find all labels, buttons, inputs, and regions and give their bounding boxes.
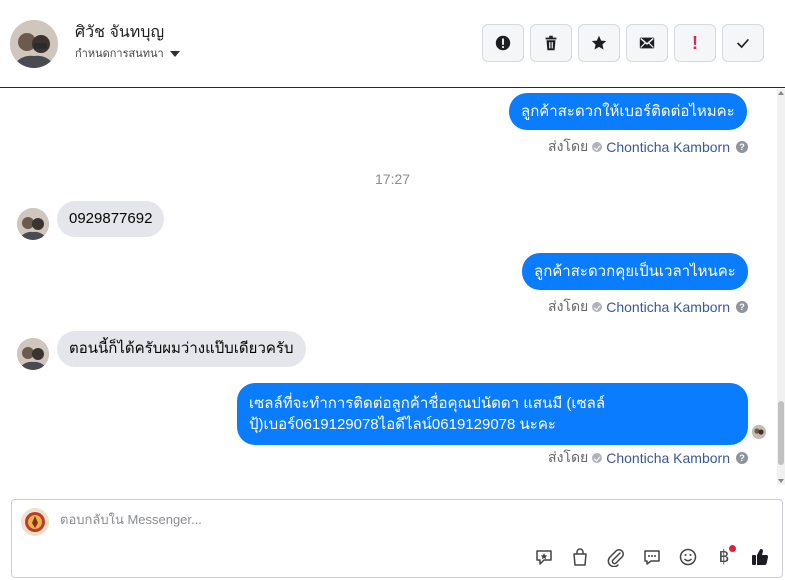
star-button[interactable] (578, 24, 620, 62)
scrollbar-thumb[interactable] (778, 401, 784, 465)
timestamp: 17:27 (375, 171, 411, 187)
page-avatar (21, 508, 49, 536)
sent-by-label: ส่งโดย (548, 298, 589, 314)
sent-by-line: ส่งโดย Chonticha Kamborn ? (548, 136, 748, 158)
scroll-up-arrow-icon[interactable] (778, 91, 784, 95)
assign-conversation-dropdown[interactable]: กำหนดการสนทนา (75, 44, 180, 62)
message-text: ตอนนี้ก็ได้ครับผมว่างแป๊บเดียวครับ (69, 340, 294, 357)
outgoing-message[interactable]: ลูกค้าสะดวกให้เบอร์ติดต่อไหมคะ (509, 93, 747, 130)
verified-check-icon (592, 302, 603, 312)
contact-avatar-small[interactable] (17, 338, 49, 370)
exclamation-icon: ! (692, 33, 698, 53)
saved-reply-button[interactable] (532, 545, 556, 569)
check-icon (737, 38, 750, 49)
incoming-message[interactable]: ตอนนี้ก็ได้ครับผมว่างแป๊บเดียวครับ (57, 331, 306, 367)
shop-bag-icon (573, 548, 587, 566)
alert-circle-icon (495, 35, 511, 51)
outgoing-message[interactable]: เซลล์ที่จะทำการติดต่อลูกค้าชื่อคุณปนัดดา… (237, 383, 748, 445)
assign-label: กำหนดการสนทนา (75, 48, 164, 60)
baht-payment-icon: ฿ (718, 547, 730, 566)
incoming-message[interactable]: 0929877692 (57, 201, 165, 237)
help-icon[interactable]: ? (736, 452, 748, 464)
follow-up-button[interactable]: ! (674, 24, 716, 62)
notification-dot (729, 545, 736, 552)
outgoing-message[interactable]: ลูกค้าสะดวกคุยเป็นเวลาไหนคะ (522, 253, 748, 290)
message-thread[interactable]: ลูกค้าสะดวกให้เบอร์ติดต่อไหมคะ ส่งโดย Ch… (0, 89, 785, 485)
author-name[interactable]: Chonticha Kamborn (606, 139, 730, 155)
author-name[interactable]: Chonticha Kamborn (606, 299, 730, 315)
contact-name[interactable]: ศิวัช จันทบุญ (75, 20, 164, 45)
author-name[interactable]: Chonticha Kamborn (606, 450, 730, 466)
chat-bubble-icon (644, 550, 660, 565)
caret-down-icon (169, 50, 180, 57)
message-template-button[interactable] (640, 545, 664, 569)
message-text: เซลล์ที่จะทำการติดต่อลูกค้าชื่อคุณปนัดดา… (249, 395, 606, 433)
emoji-icon (679, 548, 697, 566)
attachment-icon (607, 549, 624, 567)
sent-by-line: ส่งโดย Chonticha Kamborn ? (548, 447, 748, 469)
sent-by-line: ส่งโดย Chonticha Kamborn ? (548, 296, 748, 318)
conversation-toolbar: ! (482, 24, 764, 62)
shop-button[interactable] (568, 545, 592, 569)
payment-button[interactable]: ฿ (712, 545, 736, 569)
mark-unread-button[interactable] (626, 24, 668, 62)
message-text: 0929877692 (69, 210, 153, 227)
help-icon[interactable]: ? (736, 301, 748, 313)
conversation-header: ศิวัช จันทบุญ กำหนดการสนทนา ! (0, 0, 785, 88)
composer-tools: ฿ (532, 545, 772, 569)
read-receipt-avatar (752, 425, 766, 439)
like-button[interactable] (748, 545, 772, 569)
thread-scrollbar[interactable] (777, 89, 785, 485)
delete-button[interactable] (530, 24, 572, 62)
scroll-down-arrow-icon[interactable] (778, 479, 784, 483)
contact-avatar-small[interactable] (17, 208, 49, 240)
sent-by-label: ส่งโดย (548, 138, 589, 154)
reply-composer: ฿ (11, 499, 783, 578)
sent-by-label: ส่งโดย (548, 449, 589, 465)
help-icon[interactable]: ? (736, 141, 748, 153)
trash-icon (545, 35, 557, 51)
reply-input[interactable] (60, 512, 660, 527)
attach-button[interactable] (604, 545, 628, 569)
saved-reply-icon (536, 550, 552, 565)
envelope-icon (639, 37, 655, 49)
mark-done-button[interactable] (722, 24, 764, 62)
message-text: ลูกค้าสะดวกให้เบอร์ติดต่อไหมคะ (521, 103, 735, 120)
message-text: ลูกค้าสะดวกคุยเป็นเวลาไหนคะ (534, 263, 736, 280)
star-icon (591, 35, 607, 50)
verified-check-icon (592, 453, 603, 463)
verified-check-icon (592, 142, 603, 152)
like-icon (752, 549, 769, 566)
report-spam-button[interactable] (482, 24, 524, 62)
emoji-button[interactable] (676, 545, 700, 569)
contact-avatar[interactable] (10, 20, 58, 68)
